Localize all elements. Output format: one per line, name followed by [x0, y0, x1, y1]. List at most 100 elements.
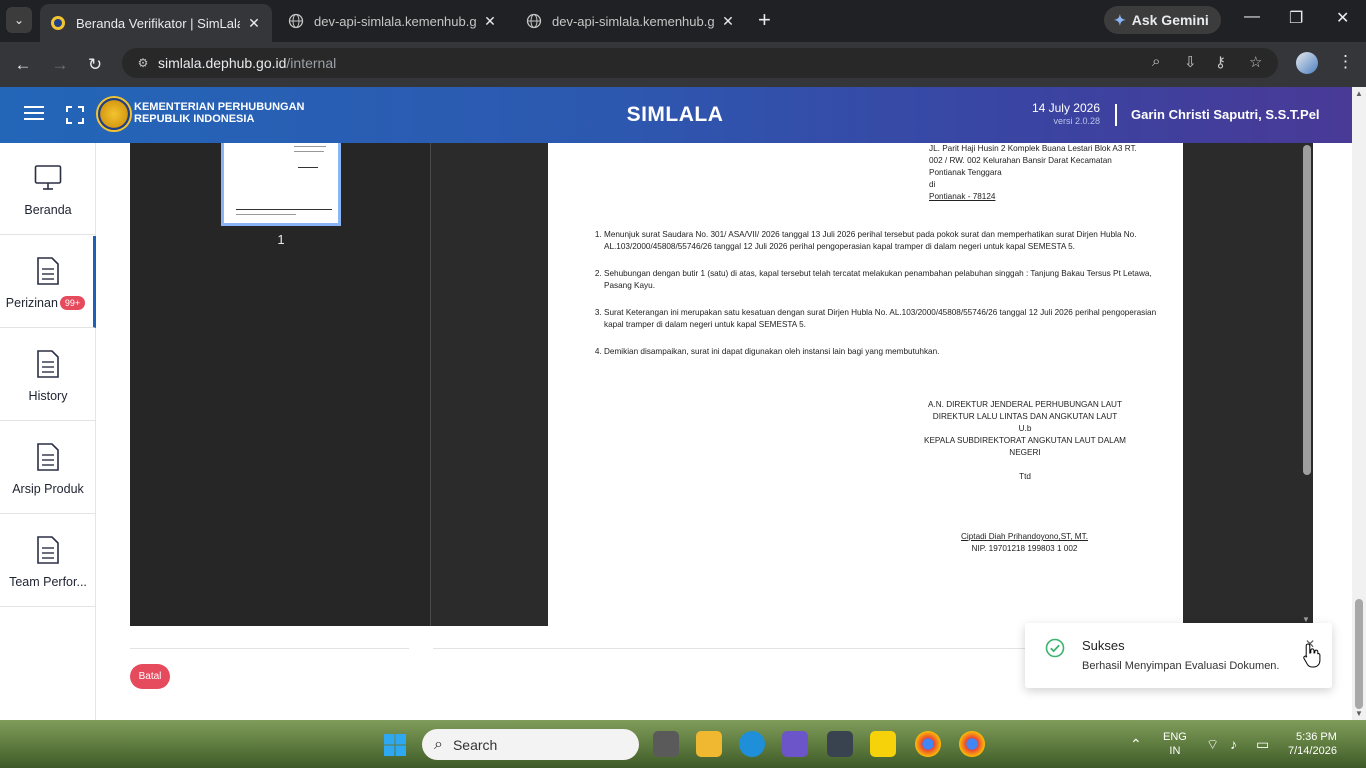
- ministry-logo: [96, 96, 132, 132]
- close-tab-icon[interactable]: ✕: [482, 13, 498, 30]
- back-arrow-icon[interactable]: ←: [10, 52, 36, 78]
- tab-dev-api-2[interactable]: dev-api-simlala.kemenhub.go.id ✕: [516, 4, 746, 38]
- new-tab-icon[interactable]: +: [758, 9, 771, 31]
- check-circle-icon: [1045, 638, 1065, 658]
- ask-gemini-label: Ask Gemini: [1131, 12, 1209, 28]
- install-app-icon[interactable]: ⇩: [1184, 53, 1197, 71]
- address-bar[interactable]: ⚙ simlala.dephub.go.id/internal: [122, 48, 1278, 78]
- hand-cursor-icon: [1303, 643, 1321, 668]
- sidebar-item-label: Team Perfor...: [9, 575, 87, 589]
- bookmark-star-icon[interactable]: ☆: [1249, 53, 1262, 71]
- task-view-icon[interactable]: [653, 731, 679, 757]
- gemini-sparkle-icon: ✦: [1114, 11, 1126, 28]
- minimize-icon[interactable]: —: [1244, 8, 1260, 26]
- divider: [130, 648, 409, 649]
- document-icon: [37, 350, 59, 378]
- sidebar-item-history[interactable]: History: [0, 329, 96, 421]
- ministry-name: KEMENTERIAN PERHUBUNGAN REPUBLIK INDONES…: [134, 101, 305, 125]
- tab-dev-api-1[interactable]: dev-api-simlala.kemenhub.go.id ✕: [278, 4, 508, 38]
- tab-title: dev-api-simlala.kemenhub.go.id: [552, 13, 714, 29]
- pdf-page: JL. Parit Haji Husin 2 Komplek Buana Les…: [548, 143, 1183, 626]
- sidebar-item-team-performance[interactable]: Team Perfor...: [0, 515, 96, 607]
- url-text[interactable]: simlala.dephub.go.id/internal: [158, 55, 336, 71]
- header-separator: [1115, 104, 1117, 126]
- notification-badge: 99+: [59, 296, 86, 310]
- taskbar-clock[interactable]: 5:36 PM 7/14/2026: [1288, 730, 1337, 758]
- taskbar-search[interactable]: ⌕ Search: [422, 729, 639, 760]
- sidebar-item-label: Beranda: [24, 203, 72, 217]
- ask-gemini-button[interactable]: ✦ Ask Gemini: [1104, 6, 1221, 34]
- letter-body: Menunjuk surat Saudara No. 301/ ASA/VII/…: [594, 229, 1164, 373]
- header-date: 14 July 2026: [1031, 101, 1100, 115]
- windows-taskbar: [0, 720, 1366, 768]
- forward-arrow-icon[interactable]: →: [47, 52, 73, 78]
- password-key-icon[interactable]: ⚷: [1215, 53, 1226, 71]
- close-window-icon[interactable]: ✕: [1336, 8, 1349, 28]
- sidebar-item-perizinan[interactable]: Perizinan 99+: [0, 236, 96, 328]
- sidebar-item-label: Perizinan: [5, 296, 58, 310]
- recipient-address: JL. Parit Haji Husin 2 Komplek Buana Les…: [929, 144, 1137, 201]
- maximize-icon[interactable]: ❐: [1289, 8, 1303, 28]
- chrome-icon[interactable]: [915, 731, 941, 757]
- search-placeholder: Search: [452, 736, 498, 753]
- search-icon: ⌕: [434, 735, 443, 753]
- sidebar-item-beranda[interactable]: Beranda: [0, 143, 96, 235]
- document-icon: [37, 257, 59, 285]
- letter-paragraph: Surat Keterangan ini merupakan satu kesa…: [604, 307, 1164, 331]
- simlala-favicon-icon: [50, 15, 66, 31]
- signer-name: Ciptadi Diah Prihandoyono,ST, MT.: [961, 532, 1088, 541]
- chevron-up-icon[interactable]: ⌃: [1130, 736, 1142, 753]
- close-tab-icon[interactable]: ✕: [720, 13, 736, 30]
- monitor-icon: [34, 165, 62, 190]
- letter-paragraph: Sehubungan dengan butir 1 (satu) di atas…: [604, 268, 1164, 292]
- close-tab-icon[interactable]: ✕: [246, 15, 262, 32]
- sidebar-item-label: Arsip Produk: [12, 482, 84, 496]
- sidebar: Beranda Perizinan 99+ History Arsip Produ…: [0, 143, 96, 720]
- success-toast: Sukses Berhasil Menyimpan Evaluasi Dokum…: [1025, 623, 1332, 688]
- letter-paragraph: Menunjuk surat Saudara No. 301/ ASA/VII/…: [604, 229, 1164, 253]
- battery-icon[interactable]: ▭: [1256, 736, 1269, 753]
- page-thumbnail[interactable]: [221, 143, 341, 226]
- sidebar-item-label: History: [28, 389, 68, 403]
- pdf-scrollbar[interactable]: ▼: [1300, 143, 1313, 626]
- zoom-icon[interactable]: ⌕: [1152, 53, 1160, 70]
- signature-block: A.N. DIREKTUR JENDERAL PERHUBUNGAN LAUT …: [923, 400, 1126, 481]
- document-icon: [37, 443, 59, 471]
- fullscreen-icon[interactable]: [66, 106, 84, 124]
- site-info-icon[interactable]: ⚙: [128, 56, 158, 70]
- sidebar-item-arsip-produk[interactable]: Arsip Produk: [0, 422, 96, 514]
- app-icon[interactable]: [782, 731, 808, 757]
- volume-icon[interactable]: ♪: [1230, 736, 1237, 752]
- sticky-notes-icon[interactable]: [870, 731, 896, 757]
- user-name[interactable]: Garin Christi Saputri, S.S.T.Pel: [1131, 107, 1320, 122]
- letter-paragraph: Demikian disampaikan, surat ini dapat di…: [604, 346, 1164, 358]
- tab-title: dev-api-simlala.kemenhub.go.id: [314, 13, 476, 29]
- reload-icon[interactable]: ↻: [82, 52, 108, 78]
- divider: [433, 648, 1033, 649]
- globe-icon: [288, 13, 304, 29]
- app-title: SIMLALA: [626, 103, 724, 126]
- edge-icon[interactable]: [739, 731, 765, 757]
- app-header: KEMENTERIAN PERHUBUNGAN REPUBLIK INDONES…: [0, 87, 1366, 143]
- browser-menu-icon[interactable]: ⋮: [1337, 52, 1354, 72]
- wifi-icon[interactable]: ⌔: [1206, 736, 1219, 754]
- language-indicator[interactable]: ENG IN: [1163, 730, 1187, 758]
- toast-message: Berhasil Menyimpan Evaluasi Dokumen.: [1082, 660, 1280, 672]
- hamburger-menu-icon[interactable]: [24, 106, 44, 122]
- document-icon: [37, 536, 59, 564]
- signer-nip: NIP. 19701218 199803 1 002: [971, 544, 1078, 553]
- signer-info: Ciptadi Diah Prihandoyono,ST, MT. NIP. 1…: [932, 531, 1117, 555]
- app-version: versi 2.0.28: [1053, 116, 1100, 126]
- chrome-active-icon[interactable]: [959, 731, 985, 757]
- windows-start-icon[interactable]: [383, 733, 407, 757]
- tab-search-button[interactable]: ⌄: [6, 7, 32, 33]
- tab-simlala[interactable]: Beranda Verifikator | SimLala ✕: [40, 4, 272, 42]
- page-scrollbar[interactable]: ▲ ▼: [1352, 87, 1366, 720]
- camera-app-icon[interactable]: [827, 731, 853, 757]
- page-number: 1: [277, 232, 285, 247]
- file-explorer-icon[interactable]: [696, 731, 722, 757]
- profile-avatar[interactable]: [1296, 52, 1318, 74]
- cancel-button[interactable]: Batal: [130, 664, 170, 689]
- browser-tab-bar: ⌄ Beranda Verifikator | SimLala ✕ dev-ap…: [0, 0, 1366, 42]
- globe-icon: [526, 13, 542, 29]
